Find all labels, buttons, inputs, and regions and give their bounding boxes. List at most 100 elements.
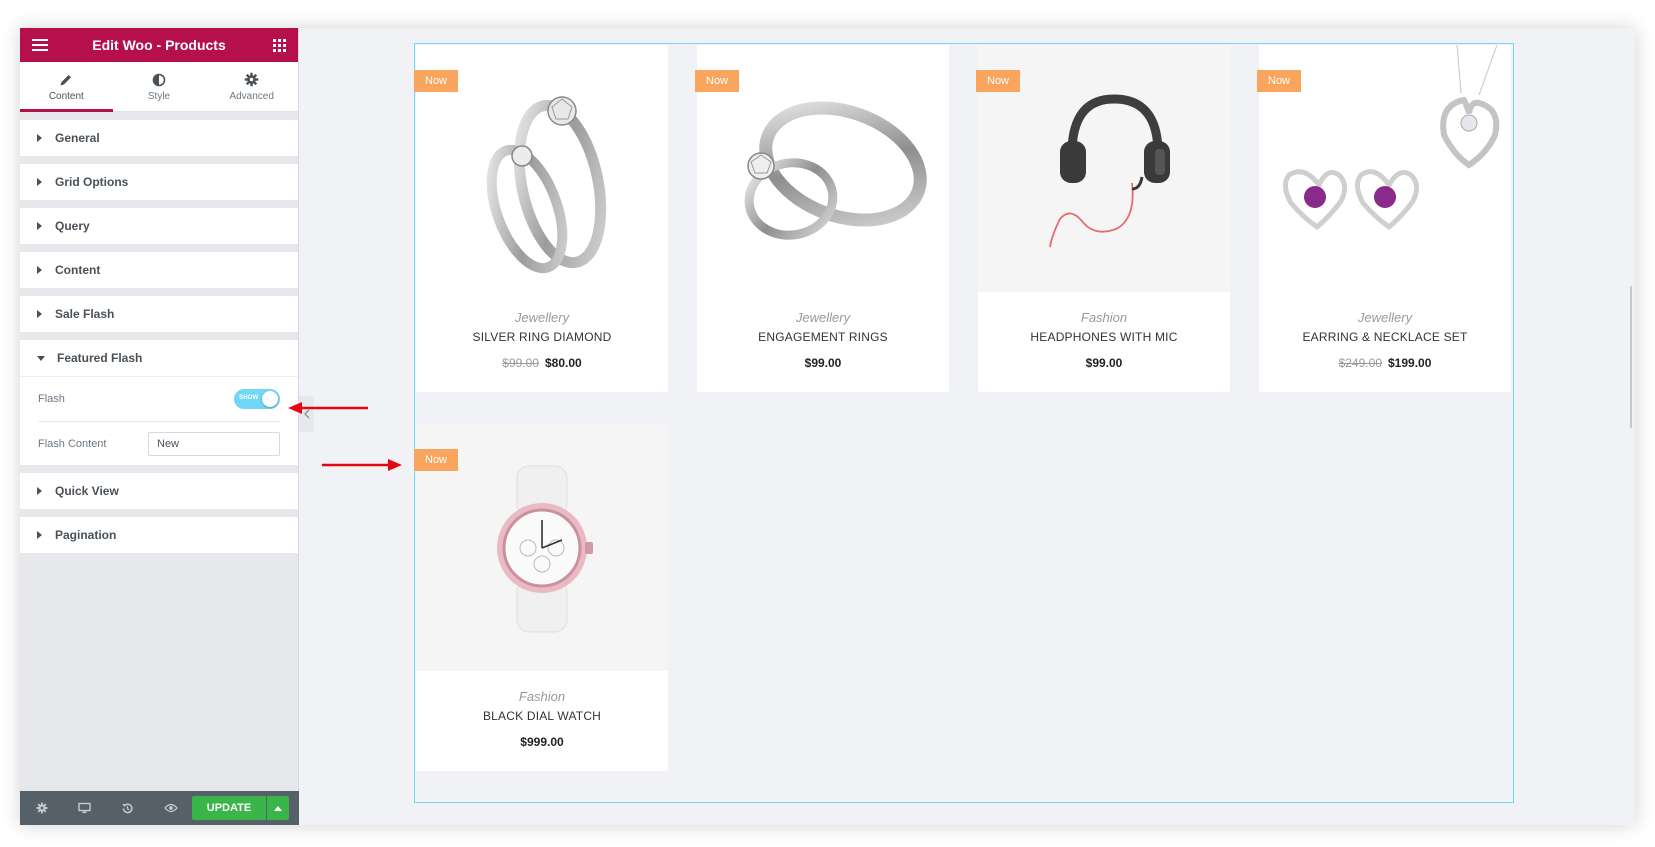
section-label: Quick View: [55, 484, 119, 498]
section-query: Query: [20, 208, 298, 244]
flash-badge: Now: [695, 70, 740, 92]
product-category[interactable]: Jewellery: [416, 310, 668, 325]
settings-button[interactable]: [20, 791, 63, 825]
panel-tabs: Content Style Advanced: [20, 62, 298, 112]
flash-toggle[interactable]: SHOW: [234, 389, 280, 409]
annotation-arrow-right-icon: [322, 459, 402, 471]
caret-right-icon: [37, 178, 42, 186]
section-quick-view-header[interactable]: Quick View: [20, 473, 298, 509]
section-sale-flash-header[interactable]: Sale Flash: [20, 296, 298, 332]
tab-content-label: Content: [48, 90, 84, 102]
product-card[interactable]: Now Jewellery ENGAGEMENT RINGS $99.00: [695, 45, 949, 392]
update-button[interactable]: UPDATE: [192, 796, 266, 820]
tab-advanced-label: Advanced: [229, 90, 274, 102]
regular-price: $249.00: [1338, 356, 1382, 370]
section-grid-options: Grid Options: [20, 164, 298, 200]
section-query-header[interactable]: Query: [20, 208, 298, 244]
gear-icon: [36, 802, 47, 814]
product-name[interactable]: EARRING & NECKLACE SET: [1259, 330, 1511, 344]
gear-icon: [244, 72, 259, 88]
product-price: $99.00 $80.00: [416, 356, 668, 370]
section-featured-flash: Featured Flash Flash SHOW Flash Content: [20, 340, 298, 465]
section-content: Content: [20, 252, 298, 288]
panel-footer: UPDATE: [20, 791, 299, 825]
caret-right-icon: [37, 487, 42, 495]
history-icon: [122, 802, 133, 813]
section-label: Content: [55, 263, 101, 277]
product-category[interactable]: Fashion: [416, 689, 668, 704]
sale-price: $99.00: [1085, 356, 1123, 370]
menu-icon[interactable]: [32, 39, 48, 51]
section-pagination: Pagination: [20, 517, 298, 553]
flash-label: Flash: [38, 393, 65, 405]
panel-header: Edit Woo - Products: [20, 28, 298, 62]
flash-content-input[interactable]: [148, 431, 280, 456]
section-label: Query: [55, 219, 90, 233]
sale-price: $999.00: [520, 735, 564, 749]
section-content-header[interactable]: Content: [20, 252, 298, 288]
toggle-knob: [262, 391, 278, 407]
sale-price: $199.00: [1388, 356, 1432, 370]
product-name[interactable]: ENGAGEMENT RINGS: [697, 330, 949, 344]
section-label: Featured Flash: [57, 351, 143, 365]
flash-content-control: Flash Content: [38, 421, 280, 465]
product-card[interactable]: Now Fashion BLACK DIAL WATCH $999.00: [414, 424, 668, 771]
rings-image: [486, 95, 607, 273]
product-card[interactable]: Now Fashion HEADPHONES WITH MIC $99.00: [976, 45, 1230, 392]
product-name[interactable]: BLACK DIAL WATCH: [416, 709, 668, 723]
flash-badge: Now: [414, 449, 459, 471]
half-circle-icon: [152, 72, 166, 88]
product-price: $999.00: [416, 735, 668, 749]
section-grid-options-header[interactable]: Grid Options: [20, 164, 298, 200]
section-label: General: [55, 131, 100, 145]
sale-price: $80.00: [545, 356, 582, 370]
eye-icon: [163, 803, 178, 813]
section-label: Grid Options: [55, 175, 129, 189]
section-pagination-header[interactable]: Pagination: [20, 517, 298, 553]
responsive-mode-button[interactable]: [63, 791, 106, 825]
update-options-button[interactable]: [267, 796, 289, 820]
preview-scrollbar[interactable]: [1630, 286, 1632, 428]
flash-badge: Now: [1257, 70, 1302, 92]
section-quick-view: Quick View: [20, 473, 298, 509]
tab-style[interactable]: Style: [113, 62, 206, 111]
desktop-icon: [78, 802, 91, 814]
pencil-icon: [59, 72, 73, 88]
product-card[interactable]: Now Jewellery EARRING & NECKLACE SET $24…: [1257, 45, 1511, 392]
product-price: $249.00 $199.00: [1259, 356, 1511, 370]
caret-right-icon: [37, 310, 42, 318]
flash-content-label: Flash Content: [38, 437, 107, 450]
product-price: $99.00: [978, 356, 1230, 370]
tab-advanced[interactable]: Advanced: [205, 62, 298, 111]
headphones-image: [1049, 93, 1170, 247]
caret-right-icon: [37, 266, 42, 274]
section-label: Sale Flash: [55, 307, 115, 321]
tab-content[interactable]: Content: [20, 62, 113, 112]
widgets-grid-icon[interactable]: [273, 39, 286, 52]
caret-right-icon: [37, 134, 42, 142]
caret-down-icon: [37, 355, 45, 361]
section-sale-flash: Sale Flash: [20, 296, 298, 332]
panel-title: Edit Woo - Products: [92, 37, 226, 53]
sale-price: $99.00: [804, 356, 842, 370]
engagement-rings-image: [744, 100, 927, 240]
regular-price: $99.00: [502, 356, 539, 370]
editor-panel: Edit Woo - Products Content Style Advanc…: [20, 28, 299, 825]
section-label: Pagination: [55, 528, 117, 542]
section-general: General: [20, 120, 298, 156]
product-card[interactable]: Now Jewellery SILVER RING DIAMOND $99.00…: [414, 45, 668, 392]
tab-style-label: Style: [147, 90, 171, 102]
section-featured-flash-header[interactable]: Featured Flash: [20, 340, 298, 376]
product-category[interactable]: Fashion: [978, 310, 1230, 325]
flash-toggle-text: SHOW: [239, 395, 259, 401]
product-category[interactable]: Jewellery: [697, 310, 949, 325]
annotation-arrow-left-icon: [288, 402, 368, 414]
product-name[interactable]: SILVER RING DIAMOND: [416, 330, 668, 344]
watch-image: [497, 465, 593, 632]
history-button[interactable]: [106, 791, 149, 825]
flash-badge: Now: [976, 70, 1021, 92]
preview-button[interactable]: [149, 791, 192, 825]
product-category[interactable]: Jewellery: [1259, 310, 1511, 325]
product-name[interactable]: HEADPHONES WITH MIC: [978, 330, 1230, 344]
section-general-header[interactable]: General: [20, 120, 298, 156]
